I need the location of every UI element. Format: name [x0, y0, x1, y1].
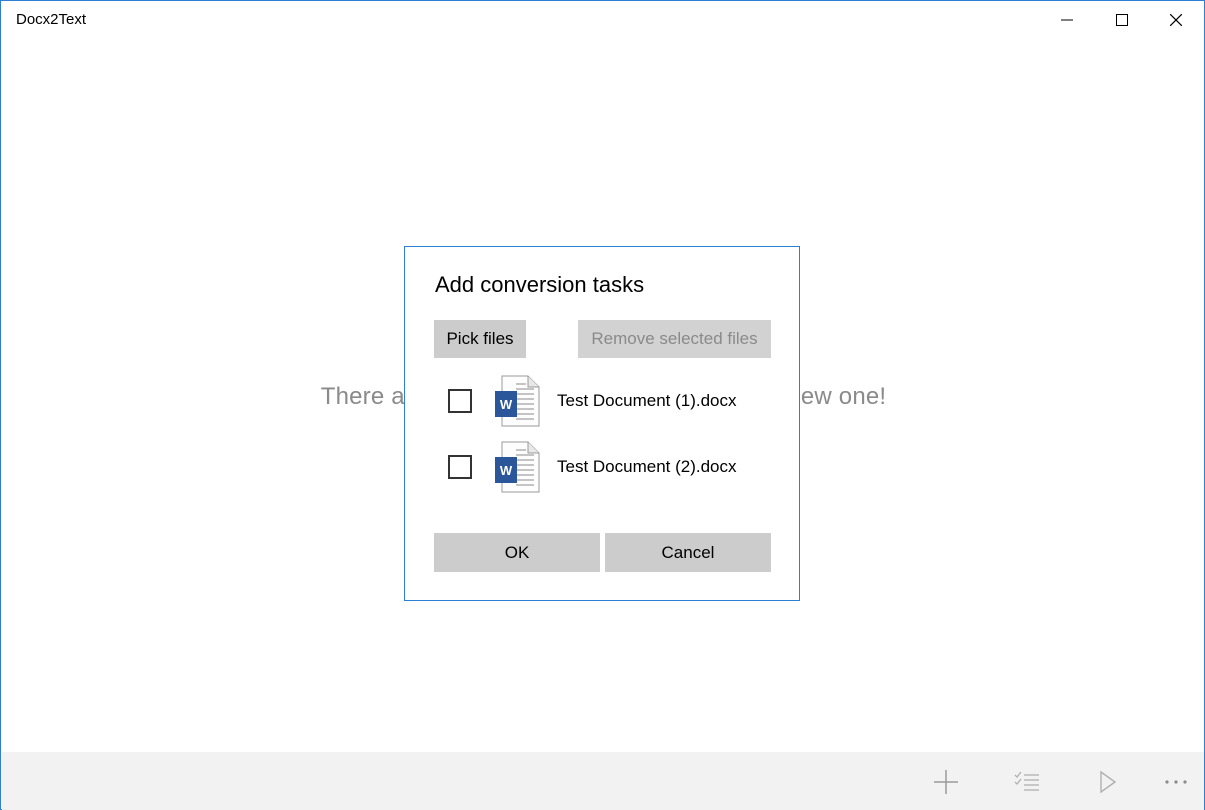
ok-button[interactable]: OK — [434, 533, 600, 572]
dialog-title: Add conversion tasks — [435, 272, 645, 297]
remove-selected-files-button[interactable]: Remove selected files — [578, 320, 771, 358]
dialog-overlay: Add conversion tasks Pick files Remove s… — [0, 0, 1205, 810]
svg-text:W: W — [500, 397, 513, 412]
add-conversion-dialog: Add conversion tasks Pick files Remove s… — [404, 246, 800, 601]
pick-files-button[interactable]: Pick files — [434, 320, 526, 358]
svg-text:W: W — [500, 463, 513, 478]
file-name: Test Document (1).docx — [557, 391, 737, 410]
file-name: Test Document (2).docx — [557, 457, 737, 476]
word-document-icon: W — [495, 441, 540, 493]
file-checkbox[interactable] — [448, 455, 472, 479]
file-list-item[interactable]: W Test Document (1).docx — [445, 373, 765, 429]
cancel-button[interactable]: Cancel — [605, 533, 771, 572]
file-checkbox[interactable] — [448, 389, 472, 413]
file-list-item[interactable]: W Test Document (2).docx — [445, 439, 765, 495]
word-document-icon: W — [495, 375, 540, 427]
